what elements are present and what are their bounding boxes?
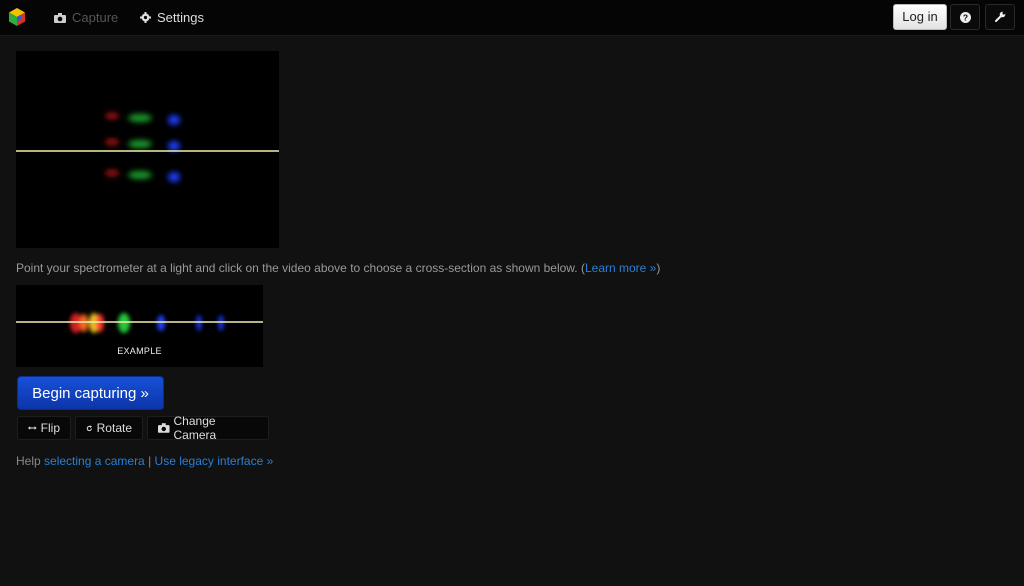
nav-capture-label: Capture: [72, 9, 119, 25]
begin-capturing-button[interactable]: Begin capturing »: [17, 376, 164, 410]
help-separator: |: [144, 454, 155, 468]
rotate-button[interactable]: Rotate: [75, 416, 143, 440]
svg-text:?: ?: [962, 12, 967, 22]
legacy-interface-link[interactable]: Use legacy interface »: [155, 454, 274, 468]
arrows-horizontal-icon: [28, 426, 37, 430]
help-button[interactable]: ?: [950, 4, 980, 30]
top-navbar: Capture Settings Log in ?: [0, 0, 1024, 36]
instructions-body: Point your spectrometer at a light and c…: [16, 261, 585, 275]
camera-icon: [54, 12, 66, 23]
tools-button[interactable]: [985, 4, 1015, 30]
wrench-icon: [995, 11, 1006, 22]
selecting-camera-link[interactable]: selecting a camera: [44, 454, 145, 468]
rotate-icon: [86, 424, 93, 431]
example-image: EXAMPLE: [16, 285, 263, 367]
login-button[interactable]: Log in: [893, 4, 947, 30]
rotate-label: Rotate: [96, 421, 132, 435]
nav-settings[interactable]: Settings: [140, 0, 204, 35]
app-logo-icon[interactable]: [7, 7, 27, 27]
nav-settings-label: Settings: [157, 9, 204, 25]
change-camera-label: Change Camera: [173, 414, 217, 442]
question-icon: ?: [959, 11, 971, 23]
flip-button[interactable]: Flip: [17, 416, 71, 440]
change-camera-button[interactable]: Change Camera: [147, 414, 269, 442]
instructions-text: Point your spectrometer at a light and c…: [16, 261, 660, 275]
flip-label: Flip: [40, 421, 60, 435]
help-line: Help selecting a camera | Use legacy int…: [16, 454, 273, 468]
example-label: EXAMPLE: [117, 346, 162, 356]
nav-capture[interactable]: Capture: [54, 0, 118, 35]
instructions-suffix: ): [656, 261, 661, 275]
learn-more-link[interactable]: Learn more »: [585, 261, 656, 275]
camera-video-preview[interactable]: [16, 51, 279, 248]
gear-icon: [140, 12, 151, 23]
help-prefix: Help: [16, 454, 45, 468]
camera-icon: [158, 423, 170, 433]
